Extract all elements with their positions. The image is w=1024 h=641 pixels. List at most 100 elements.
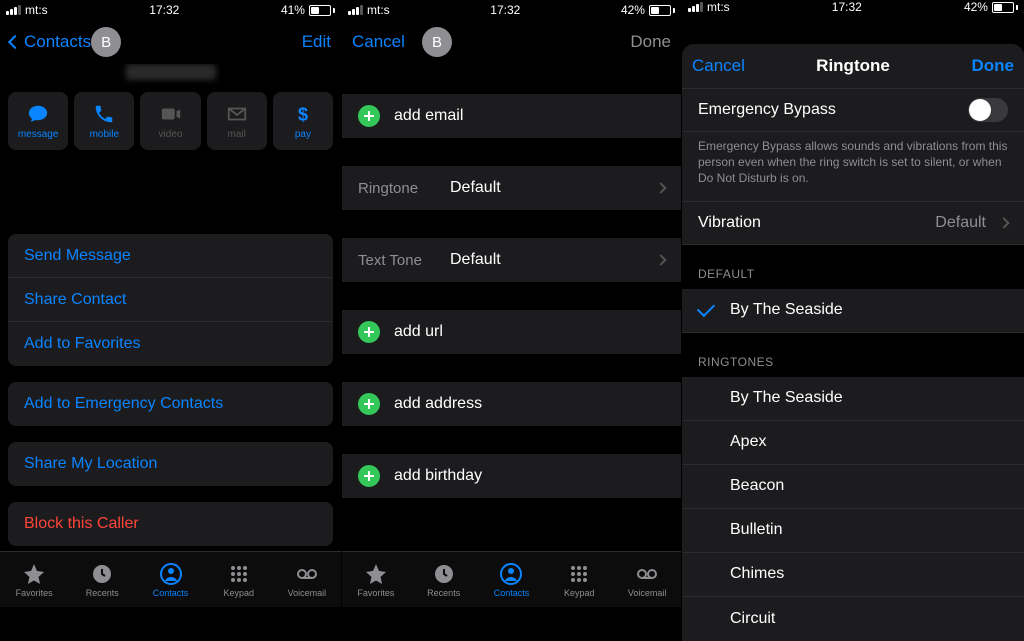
- tab-recents[interactable]: Recents: [68, 552, 136, 607]
- status-bar: mt:s 17:32 41%: [0, 0, 341, 20]
- mail-button: mail: [207, 92, 267, 150]
- tab-bar: Favorites Recents Contacts Keypad Voicem…: [342, 551, 681, 607]
- tab-contacts[interactable]: Contacts: [478, 552, 546, 607]
- message-icon: [27, 103, 49, 125]
- ringtone-option[interactable]: By The Seaside: [682, 377, 1024, 421]
- ringtone-option[interactable]: Chimes: [682, 553, 1024, 597]
- contacts-icon: [159, 562, 183, 586]
- ringtone-row[interactable]: Ringtone Default: [342, 166, 681, 210]
- sheet-title: Ringtone: [762, 56, 944, 76]
- vibration-row[interactable]: Vibration Default: [682, 201, 1024, 245]
- check-icon: [697, 298, 715, 316]
- section-default: DEFAULT: [682, 245, 1024, 289]
- battery-percent: 42%: [964, 0, 988, 14]
- add-favorites-row[interactable]: Add to Favorites: [8, 322, 333, 366]
- clock-text: 17:32: [490, 3, 520, 17]
- cancel-button[interactable]: Cancel: [352, 32, 422, 52]
- battery-icon: [992, 2, 1018, 13]
- edit-button[interactable]: Edit: [261, 32, 331, 52]
- section-ringtones: RINGTONES: [682, 333, 1024, 377]
- pane-ringtone-sheet: mt:s 17:32 42% Cancel Ringtone Done Emer…: [682, 0, 1024, 607]
- primary-actions-group: Send Message Share Contact Add to Favori…: [8, 234, 333, 366]
- location-group: Share My Location: [8, 442, 333, 486]
- chevron-right-icon: [655, 254, 666, 265]
- tab-voicemail[interactable]: Voicemail: [613, 552, 681, 607]
- voicemail-icon: [635, 562, 659, 586]
- battery-percent: 42%: [621, 3, 645, 17]
- add-email-group: add email: [342, 94, 681, 138]
- tab-keypad[interactable]: Keypad: [545, 552, 613, 607]
- signal-icon: [348, 5, 363, 15]
- tab-favorites[interactable]: Favorites: [0, 552, 68, 607]
- pane-edit-contact: mt:s 17:32 42% Cancel B Done add email R…: [341, 0, 682, 607]
- add-birthday-row[interactable]: add birthday: [342, 454, 681, 498]
- star-icon: [364, 562, 388, 586]
- video-button: video: [140, 92, 200, 150]
- keypad-icon: [567, 562, 591, 586]
- sheet-nav: Cancel Ringtone Done: [682, 44, 1024, 88]
- battery-icon: [649, 5, 675, 16]
- pane-contact-card: mt:s 17:32 41% Contacts B Edit message m…: [0, 0, 341, 607]
- avatar[interactable]: B: [91, 27, 121, 57]
- ringtone-sheet: Cancel Ringtone Done Emergency Bypass Em…: [682, 44, 1024, 641]
- add-birthday-group: add birthday: [342, 454, 681, 498]
- svg-text:$: $: [298, 103, 308, 124]
- battery-icon: [309, 5, 335, 16]
- message-button[interactable]: message: [8, 92, 68, 150]
- done-button-disabled: Done: [601, 32, 671, 52]
- avatar[interactable]: B: [422, 27, 452, 57]
- action-row: message mobile video mail $ pay: [0, 92, 341, 160]
- back-button[interactable]: Contacts: [10, 32, 91, 52]
- keypad-icon: [227, 562, 251, 586]
- carrier-text: mt:s: [367, 3, 390, 17]
- ringtone-option[interactable]: Beacon: [682, 465, 1024, 509]
- nav-bar: Contacts B Edit: [0, 20, 341, 64]
- emergency-group: Add to Emergency Contacts: [8, 382, 333, 426]
- ringtone-selected-row[interactable]: By The Seaside: [682, 289, 1024, 333]
- emergency-description: Emergency Bypass allows sounds and vibra…: [682, 132, 1024, 201]
- status-bar: mt:s 17:32 42%: [342, 0, 681, 20]
- ringtone-option[interactable]: Bulletin: [682, 509, 1024, 553]
- video-icon: [160, 103, 182, 125]
- voicemail-icon: [295, 562, 319, 586]
- add-address-group: add address: [342, 382, 681, 426]
- share-contact-row[interactable]: Share Contact: [8, 278, 333, 322]
- pay-button[interactable]: $ pay: [273, 92, 333, 150]
- plus-icon: [358, 465, 380, 487]
- add-email-row[interactable]: add email: [342, 94, 681, 138]
- star-icon: [22, 562, 46, 586]
- texttone-group: Text Tone Default: [342, 238, 681, 282]
- tab-contacts[interactable]: Contacts: [136, 552, 204, 607]
- carrier-text: mt:s: [25, 3, 48, 17]
- clock-icon: [90, 562, 114, 586]
- mail-icon: [226, 103, 248, 125]
- texttone-row[interactable]: Text Tone Default: [342, 238, 681, 282]
- block-caller-row[interactable]: Block this Caller: [8, 502, 333, 546]
- call-button[interactable]: mobile: [74, 92, 134, 150]
- contacts-icon: [499, 562, 523, 586]
- add-url-row[interactable]: add url: [342, 310, 681, 354]
- add-address-row[interactable]: add address: [342, 382, 681, 426]
- chevron-right-icon: [998, 217, 1009, 228]
- toggle-off[interactable]: [968, 98, 1008, 122]
- nav-bar: Cancel B Done: [342, 20, 681, 64]
- tab-favorites[interactable]: Favorites: [342, 552, 410, 607]
- chevron-left-icon: [8, 35, 22, 49]
- tab-keypad[interactable]: Keypad: [205, 552, 273, 607]
- cancel-button[interactable]: Cancel: [692, 56, 762, 76]
- ringtone-option[interactable]: Apex: [682, 421, 1024, 465]
- emergency-bypass-row[interactable]: Emergency Bypass: [682, 88, 1024, 132]
- block-group: Block this Caller: [8, 502, 333, 546]
- tab-voicemail[interactable]: Voicemail: [273, 552, 341, 607]
- clock-text: 17:32: [832, 0, 862, 14]
- add-url-group: add url: [342, 310, 681, 354]
- share-location-row[interactable]: Share My Location: [8, 442, 333, 486]
- add-emergency-row[interactable]: Add to Emergency Contacts: [8, 382, 333, 426]
- status-bar: mt:s 17:32 42%: [682, 0, 1024, 14]
- tab-recents[interactable]: Recents: [410, 552, 478, 607]
- send-message-row[interactable]: Send Message: [8, 234, 333, 278]
- ringtone-option[interactable]: Circuit: [682, 597, 1024, 641]
- done-button[interactable]: Done: [944, 56, 1014, 76]
- plus-icon: [358, 105, 380, 127]
- back-label: Contacts: [24, 32, 91, 52]
